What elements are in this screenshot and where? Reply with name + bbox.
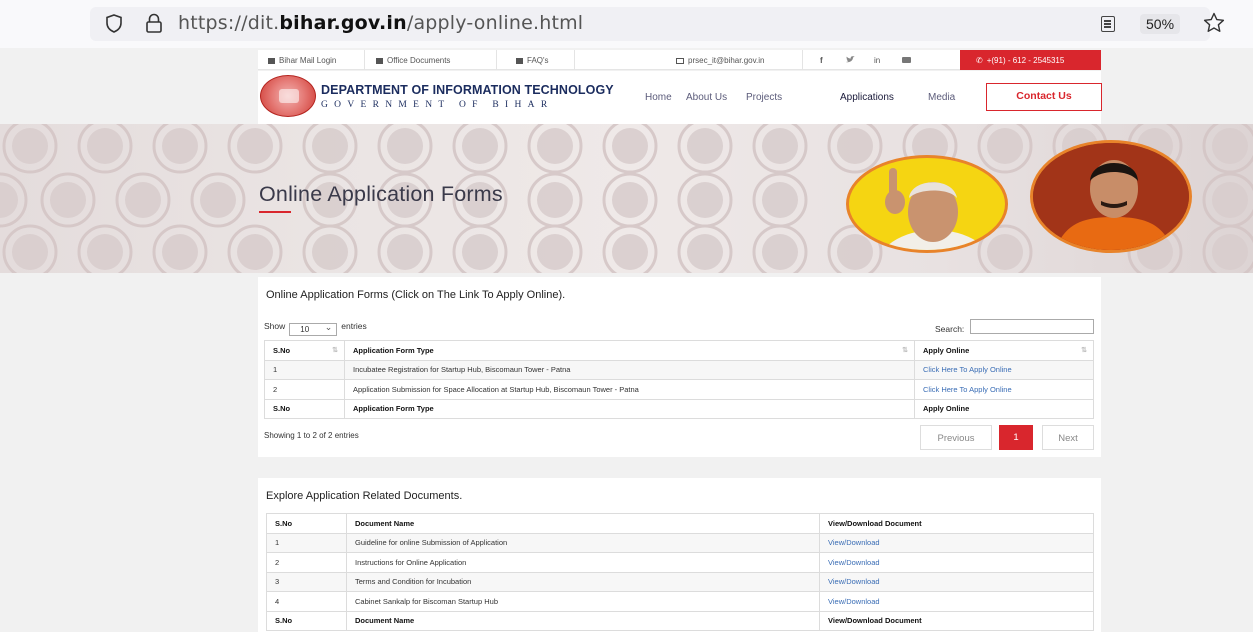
bihar-seal-logo[interactable]: [260, 75, 316, 117]
view-download-link[interactable]: View/Download: [819, 532, 1094, 553]
top-info-strip: Bihar Mail Login Office Documents FAQ's …: [258, 50, 1101, 70]
next-page-button[interactable]: Next: [1042, 425, 1094, 450]
document-icon: [516, 58, 523, 64]
sort-icon: ⇅: [1081, 347, 1087, 354]
nav-media[interactable]: Media: [928, 92, 955, 103]
column-header: View/Download Document: [819, 513, 1094, 534]
view-download-link[interactable]: View/Download: [819, 571, 1094, 592]
table-row: 1 Guideline for online Submission of App…: [266, 532, 1094, 553]
cell-sno: 2: [266, 552, 347, 573]
cell-sno: 1: [266, 532, 347, 553]
cell-sno: 3: [266, 571, 347, 592]
phone-number[interactable]: ✆ +(91) - 612 - 2545315: [960, 50, 1101, 70]
table-row: 2 Instructions for Online Application Vi…: [266, 552, 1094, 573]
forms-table: S.No ⇅ Application Form Type ⇅ Apply Onlin…: [264, 340, 1094, 419]
table-row: 3 Terms and Condition for Incubation Vie…: [266, 571, 1094, 592]
divider: [496, 50, 497, 70]
entries-select[interactable]: 10: [289, 322, 338, 336]
shield-icon[interactable]: [106, 14, 122, 33]
logo-title[interactable]: DEPARTMENT OF INFORMATION TECHNOLOGY: [321, 83, 614, 97]
site-header: DEPARTMENT OF INFORMATION TECHNOLOGY GOV…: [258, 71, 1102, 124]
column-footer: View/Download Document: [819, 610, 1094, 631]
table-header-row: S.No ⇅ Application Form Type ⇅ Apply Onlin…: [264, 340, 1094, 361]
table-footer-row: S.No Document Name View/Download Documen…: [266, 610, 1094, 631]
apply-online-link[interactable]: Click Here To Apply Online: [914, 359, 1094, 380]
title-underline: [259, 211, 291, 213]
cell-document-name: Cabinet Sankalp for Biscoman Startup Hub: [346, 591, 820, 612]
view-download-link[interactable]: View/Download: [819, 552, 1094, 573]
cell-document-name: Guideline for online Submission of Appli…: [346, 532, 820, 553]
page-banner: Online Application Forms: [0, 124, 1253, 273]
table-header-row: S.No Document Name View/Download Documen…: [266, 513, 1094, 534]
phone-icon: ✆: [976, 56, 983, 65]
cell-sno: 4: [266, 591, 347, 612]
apply-online-link[interactable]: Click Here To Apply Online: [914, 379, 1094, 400]
column-footer: Document Name: [346, 610, 820, 631]
forms-heading: Online Application Forms (Click on The L…: [266, 289, 566, 301]
page-1-button[interactable]: 1: [999, 425, 1033, 450]
column-footer: S.No: [266, 610, 347, 631]
sort-icon: ⇅: [332, 347, 338, 354]
column-header: Document Name: [346, 513, 820, 534]
table-row: 1 Incubatee Registration for Startup Hub…: [264, 359, 1094, 380]
divider: [802, 50, 803, 70]
nav-home[interactable]: Home: [645, 92, 672, 103]
nav-applications[interactable]: Applications: [840, 92, 894, 103]
show-entries: Show10entries: [264, 321, 367, 336]
twitter-icon[interactable]: [846, 56, 855, 65]
sort-icon: ⇅: [902, 347, 908, 354]
portrait-image: [1030, 140, 1192, 253]
column-header[interactable]: Application Form Type ⇅: [344, 340, 915, 361]
cell-sno: 1: [264, 359, 345, 380]
linkedin-icon[interactable]: in: [874, 56, 880, 65]
divider: [574, 50, 575, 70]
browser-toolbar: https://dit.bihar.gov.in/apply-online.ht…: [0, 0, 1253, 48]
document-icon: [376, 58, 383, 64]
column-footer: Apply Online: [914, 398, 1094, 419]
email-link[interactable]: prsec_it@bihar.gov.in: [676, 56, 764, 65]
facebook-icon[interactable]: f: [820, 56, 823, 65]
documents-heading: Explore Application Related Documents.: [266, 490, 463, 502]
column-header[interactable]: Apply Online ⇅: [914, 340, 1094, 361]
nav-about-us[interactable]: About Us: [686, 92, 727, 103]
column-header: S.No: [266, 513, 347, 534]
cell-form-type: Application Submission for Space Allocat…: [344, 379, 915, 400]
user-icon: [268, 58, 275, 64]
office-documents-link[interactable]: Office Documents: [376, 56, 450, 65]
column-header[interactable]: S.No ⇅: [264, 340, 345, 361]
cell-form-type: Incubatee Registration for Startup Hub, …: [344, 359, 915, 380]
web-page: Bihar Mail Login Office Documents FAQ's …: [0, 48, 1253, 632]
reader-view-icon[interactable]: [1101, 16, 1115, 32]
entries-info: Showing 1 to 2 of 2 entries: [264, 431, 359, 440]
online-forms-card: Online Application Forms (Click on The L…: [258, 277, 1101, 457]
previous-page-button[interactable]: Previous: [920, 425, 992, 450]
search-input[interactable]: [970, 319, 1094, 334]
documents-table: S.No Document Name View/Download Documen…: [266, 513, 1094, 631]
page-title: Online Application Forms: [259, 182, 503, 206]
zoom-level[interactable]: 50%: [1140, 14, 1181, 34]
cell-sno: 2: [264, 379, 345, 400]
mail-login-link[interactable]: Bihar Mail Login: [268, 56, 336, 65]
search-label: Search:: [935, 324, 965, 334]
table-footer-row: S.No Application Form Type Apply Online: [264, 398, 1094, 419]
url-text[interactable]: https://dit.bihar.gov.in/apply-online.ht…: [178, 12, 583, 34]
divider: [364, 50, 365, 70]
faqs-link[interactable]: FAQ's: [516, 56, 549, 65]
nav-projects[interactable]: Projects: [746, 92, 782, 103]
logo-subtitle: GOVERNMENT OF BIHAR: [321, 100, 554, 110]
documents-card: Explore Application Related Documents. S…: [258, 478, 1101, 632]
contact-us-button[interactable]: Contact Us: [986, 83, 1102, 111]
table-row: 2 Application Submission for Space Alloc…: [264, 379, 1094, 400]
bookmark-star-icon[interactable]: [1202, 11, 1226, 35]
youtube-icon[interactable]: [902, 56, 911, 65]
table-row: 4 Cabinet Sankalp for Biscoman Startup H…: [266, 591, 1094, 612]
portrait-image: [846, 155, 1008, 253]
column-footer: Application Form Type: [344, 398, 915, 419]
envelope-icon: [676, 58, 684, 64]
view-download-link[interactable]: View/Download: [819, 591, 1094, 612]
lock-icon[interactable]: [145, 13, 163, 33]
cell-document-name: Instructions for Online Application: [346, 552, 820, 573]
cell-document-name: Terms and Condition for Incubation: [346, 571, 820, 592]
column-footer: S.No: [264, 398, 345, 419]
